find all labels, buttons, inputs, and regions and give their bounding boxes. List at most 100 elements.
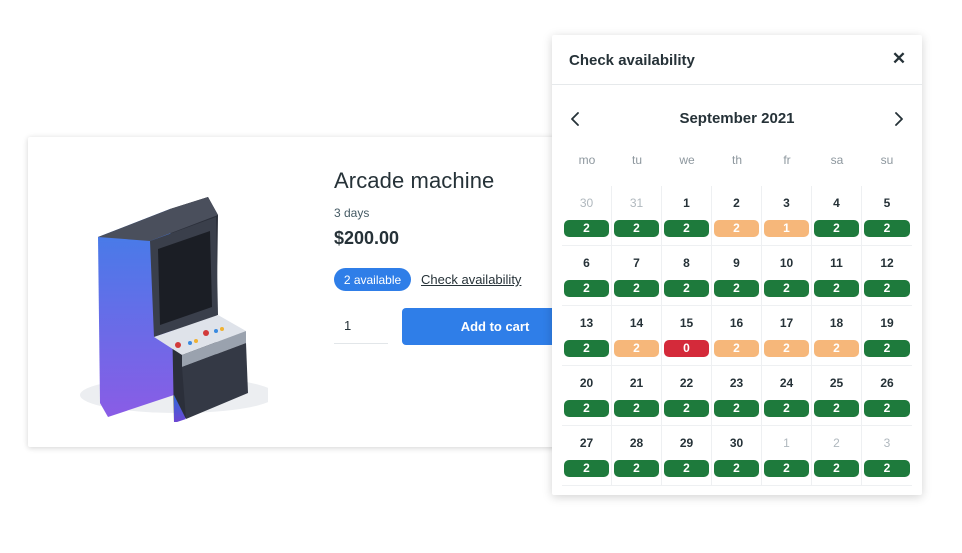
calendar-day[interactable]: 12	[662, 186, 712, 246]
availability-count-badge: 1	[764, 220, 809, 237]
day-number: 13	[579, 316, 594, 330]
calendar-day[interactable]: 27 2	[562, 426, 612, 486]
calendar-day[interactable]: 16 2	[712, 306, 762, 366]
calendar-day[interactable]: 11 2	[812, 246, 862, 306]
availability-count-badge: 2	[614, 400, 659, 417]
availability-count-badge: 2	[864, 280, 910, 297]
day-number: 3	[783, 196, 790, 210]
availability-count-badge: 2	[564, 280, 609, 297]
availability-count-badge: 2	[814, 460, 859, 477]
chevron-right-icon[interactable]	[886, 107, 910, 131]
day-number: 1	[783, 436, 790, 450]
weekday-header: mo tu we th fr sa su	[562, 153, 912, 167]
availability-badge: 2 available	[334, 268, 411, 291]
calendar-day[interactable]: 19 2	[862, 306, 912, 366]
calendar-day[interactable]: 26 2	[862, 366, 912, 426]
calendar-day[interactable]: 15 0	[662, 306, 712, 366]
availability-count-badge: 2	[764, 400, 809, 417]
availability-count-badge: 2	[814, 220, 859, 237]
calendar-day[interactable]: 31 2	[612, 186, 662, 246]
day-number: 12	[880, 256, 894, 270]
availability-count-badge: 2	[814, 400, 859, 417]
product-price: $200.00	[334, 228, 400, 248]
popup-header: Check availability ✕	[552, 35, 922, 85]
availability-count-badge: 2	[564, 340, 609, 357]
calendar-day[interactable]: 10 2	[762, 246, 812, 306]
quantity-input[interactable]	[334, 308, 388, 344]
availability-count-badge: 0	[664, 340, 709, 357]
availability-count-badge: 2	[614, 220, 659, 237]
month-navigation: September 2021	[552, 107, 922, 131]
check-availability-link[interactable]: Check availability	[421, 272, 521, 287]
availability-count-badge: 2	[714, 400, 759, 417]
availability-count-badge: 2	[664, 460, 709, 477]
day-number: 5	[883, 196, 891, 210]
calendar-day[interactable]: 25 2	[812, 366, 862, 426]
calendar-day[interactable]: 12	[762, 426, 812, 486]
availability-count-badge: 2	[614, 340, 659, 357]
day-number: 7	[633, 256, 640, 270]
day-number: 8	[683, 256, 690, 270]
day-number: 10	[779, 256, 794, 270]
calendar-day[interactable]: 28 2	[612, 426, 662, 486]
calendar-day[interactable]: 82	[662, 246, 712, 306]
weekday-label: su	[880, 153, 894, 167]
close-icon[interactable]: ✕	[890, 50, 908, 68]
calendar-day[interactable]: 24 2	[762, 366, 812, 426]
day-number: 29	[679, 436, 694, 450]
availability-count-badge: 2	[864, 340, 910, 357]
calendar-day[interactable]: 23 2	[712, 366, 762, 426]
day-number: 2	[733, 196, 740, 210]
popup-title: Check availability	[569, 52, 695, 69]
day-number: 16	[729, 316, 744, 330]
calendar-day[interactable]: 14 2	[612, 306, 662, 366]
availability-count-badge: 2	[864, 460, 910, 477]
calendar-day[interactable]: 13 2	[562, 306, 612, 366]
availability-count-badge: 2	[864, 220, 910, 237]
calendar-day[interactable]: 31	[762, 186, 812, 246]
calendar-day[interactable]: 92	[712, 246, 762, 306]
calendar-day[interactable]: 42	[812, 186, 862, 246]
availability-count-badge: 2	[864, 400, 910, 417]
calendar-day[interactable]: 22	[812, 426, 862, 486]
arcade-machine-image	[78, 167, 276, 423]
calendar-day[interactable]: 32	[862, 426, 912, 486]
calendar-day[interactable]: 62	[562, 246, 612, 306]
day-number: 27	[579, 436, 594, 450]
day-number: 31	[629, 196, 644, 210]
calendar-day[interactable]: 30 2	[562, 186, 612, 246]
calendar-day[interactable]: 30 2	[712, 426, 762, 486]
availability-count-badge: 2	[664, 220, 709, 237]
calendar-day[interactable]: 21 2	[612, 366, 662, 426]
day-number: 26	[880, 376, 894, 390]
availability-count-badge: 2	[564, 460, 609, 477]
day-number: 18	[829, 316, 844, 330]
calendar-day[interactable]: 17 2	[762, 306, 812, 366]
weekday-label: we	[679, 153, 695, 167]
availability-count-badge: 2	[814, 280, 859, 297]
day-number: 23	[729, 376, 744, 390]
day-number: 17	[779, 316, 794, 330]
calendar-day[interactable]: 18 2	[812, 306, 862, 366]
calendar-day[interactable]: 12 2	[862, 246, 912, 306]
calendar-day[interactable]: 52	[862, 186, 912, 246]
day-number: 25	[829, 376, 844, 390]
availability-count-badge: 2	[764, 460, 809, 477]
availability-count-badge: 2	[564, 400, 609, 417]
availability-count-badge: 2	[614, 280, 659, 297]
day-number: 3	[883, 436, 891, 450]
day-number: 4	[833, 196, 840, 210]
weekday-label: th	[731, 153, 742, 167]
availability-count-badge: 2	[814, 340, 859, 357]
weekday-label: mo	[578, 153, 596, 167]
calendar-day[interactable]: 72	[612, 246, 662, 306]
day-number: 21	[629, 376, 644, 390]
availability-count-badge: 2	[764, 280, 809, 297]
day-number: 30	[579, 196, 594, 210]
day-number: 22	[679, 376, 694, 390]
calendar-day[interactable]: 22	[712, 186, 762, 246]
calendar-day[interactable]: 29 2	[662, 426, 712, 486]
calendar-day[interactable]: 20 2	[562, 366, 612, 426]
availability-count-badge: 2	[664, 400, 709, 417]
calendar-day[interactable]: 22 2	[662, 366, 712, 426]
